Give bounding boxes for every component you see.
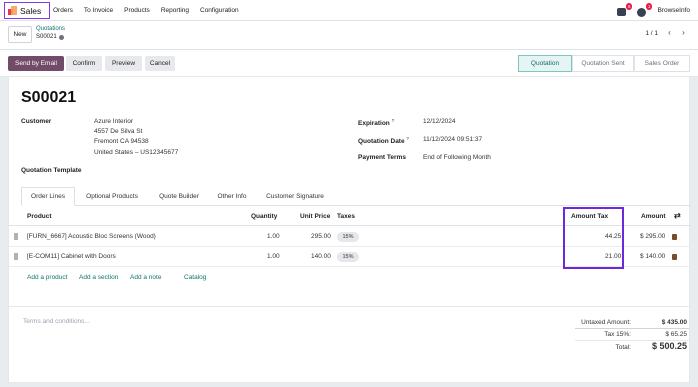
quotation-template-label: Quotation Template	[21, 167, 82, 174]
line-amount: $ 295.00	[640, 233, 666, 240]
terms-field[interactable]: Terms and conditions...	[23, 318, 90, 325]
tax-label: Tax 15%:	[604, 331, 631, 338]
line-tax-tag[interactable]: 15%	[337, 232, 359, 242]
form-sheet: S00021 Customer Azure Interior 4557 De S…	[8, 77, 691, 383]
line-product[interactable]: [E-COM11] Cabinet with Doors	[27, 253, 116, 260]
col-product[interactable]: Product	[27, 213, 52, 220]
tab-optional-products[interactable]: Optional Products	[75, 187, 149, 206]
untaxed-label: Untaxed Amount:	[581, 319, 631, 326]
drag-handle-icon[interactable]	[14, 233, 18, 240]
expiration-label-text: Expiration	[358, 120, 390, 128]
untaxed-value: $ 435.00	[661, 319, 687, 326]
pager-next-button[interactable]: ›	[679, 28, 688, 38]
trash-icon[interactable]	[672, 254, 677, 260]
add-section-link[interactable]: Add a section	[79, 274, 118, 281]
preview-button[interactable]: Preview	[105, 56, 142, 71]
trash-icon[interactable]	[672, 234, 677, 240]
activities-button[interactable]: 1	[637, 2, 653, 17]
cancel-button[interactable]: Cancel	[145, 56, 175, 71]
menu-products[interactable]: Products	[124, 7, 150, 14]
help-icon[interactable]: ?	[406, 136, 409, 141]
app-name: Sales	[20, 5, 42, 16]
stage-quotation[interactable]: Quotation	[518, 55, 572, 72]
line-quantity[interactable]: 1.00	[267, 233, 280, 240]
breadcrumb-current-label: S00021	[36, 34, 57, 40]
activities-badge: 1	[645, 2, 653, 10]
systray: 6 1 BrowseInfo	[617, 0, 690, 21]
column-settings-icon[interactable]: ⇄	[674, 211, 681, 220]
messages-button[interactable]: 6	[617, 2, 633, 16]
help-icon[interactable]: ?	[392, 118, 395, 123]
app-switcher[interactable]: Sales	[4, 2, 50, 19]
expiration-label: Expiration ?	[358, 118, 394, 127]
new-button[interactable]: New	[8, 26, 32, 43]
divider	[9, 306, 691, 307]
stage-sales-order[interactable]: Sales Order	[634, 55, 690, 72]
catalog-link[interactable]: Catalog	[184, 274, 206, 281]
menu-orders[interactable]: Orders	[53, 7, 73, 14]
col-quantity[interactable]: Quantity	[251, 213, 277, 220]
menu-reporting[interactable]: Reporting	[161, 7, 189, 14]
drag-handle-icon[interactable]	[14, 253, 18, 260]
payment-terms-label: Payment Terms	[358, 154, 406, 161]
tab-quote-builder[interactable]: Quote Builder	[149, 187, 209, 206]
top-navbar: Sales Orders To Invoice Products Reporti…	[0, 0, 698, 21]
col-unit-price[interactable]: Unit Price	[300, 213, 330, 220]
clock-icon	[637, 7, 647, 17]
line-quantity[interactable]: 1.00	[267, 253, 280, 260]
control-panel: New Quotations S00021 1 / 1 ‹ ›	[0, 21, 698, 50]
amount-tax-highlight	[563, 207, 624, 269]
page-title: S00021	[21, 89, 77, 106]
customer-country: United States – US12345677	[94, 149, 179, 156]
line-unit-price[interactable]: 295.00	[311, 233, 331, 240]
line-tax-tag[interactable]: 15%	[337, 252, 359, 262]
expiration-field[interactable]: 12/12/2024	[423, 118, 456, 125]
tax-value: $ 65.25	[665, 331, 687, 338]
customer-name[interactable]: Azure Interior	[94, 118, 133, 125]
action-bar: Send by Email Confirm Preview Cancel Quo…	[0, 50, 698, 77]
customer-city: Fremont CA 94538	[94, 138, 149, 145]
pager-previous-button[interactable]: ‹	[665, 28, 674, 38]
customer-street: 4557 De Silva St	[94, 128, 143, 135]
line-amount: $ 140.00	[640, 253, 666, 260]
add-product-link[interactable]: Add a product	[27, 274, 67, 281]
tab-order-lines[interactable]: Order Lines	[21, 187, 75, 206]
customer-label: Customer	[21, 118, 52, 125]
pager-value[interactable]: 1 / 1	[645, 30, 658, 37]
payment-terms-field[interactable]: End of Following Month	[423, 154, 491, 161]
quotation-date-label: Quotation Date ?	[358, 136, 409, 145]
menu-configuration[interactable]: Configuration	[200, 7, 239, 14]
status-bar: Quotation Quotation Sent Sales Order	[518, 55, 690, 72]
breadcrumb-parent[interactable]: Quotations	[36, 26, 65, 32]
gear-icon[interactable]	[58, 34, 64, 40]
line-product[interactable]: [FURN_6667] Acoustic Bloc Screens (Wood)	[27, 233, 156, 240]
line-unit-price[interactable]: 140.00	[311, 253, 331, 260]
stage-quotation-sent[interactable]: Quotation Sent	[572, 55, 634, 72]
col-taxes[interactable]: Taxes	[337, 213, 355, 220]
notebook-tabs: Order Lines Optional Products Quote Buil…	[21, 187, 691, 206]
totals-divider	[575, 328, 689, 329]
sales-app-icon	[8, 6, 17, 15]
quotation-date-label-text: Quotation Date	[358, 138, 405, 146]
quotation-date-field[interactable]: 11/12/2024 09:51:37	[423, 136, 482, 143]
col-amount[interactable]: Amount	[641, 213, 666, 220]
menu-to-invoice[interactable]: To Invoice	[84, 7, 113, 14]
user-menu[interactable]: BrowseInfo	[657, 7, 690, 14]
chat-icon	[617, 7, 627, 16]
total-value: $ 500.25	[651, 341, 687, 351]
main-menu: Orders To Invoice Products Reporting Con…	[53, 0, 250, 21]
breadcrumb-current: S00021	[36, 34, 64, 40]
tab-customer-signature[interactable]: Customer Signature	[255, 187, 335, 206]
send-by-email-button[interactable]: Send by Email	[8, 56, 64, 71]
add-note-link[interactable]: Add a note	[130, 274, 161, 281]
messages-badge: 6	[625, 2, 633, 10]
tab-other-info[interactable]: Other Info	[209, 187, 255, 206]
confirm-button[interactable]: Confirm	[66, 56, 102, 71]
